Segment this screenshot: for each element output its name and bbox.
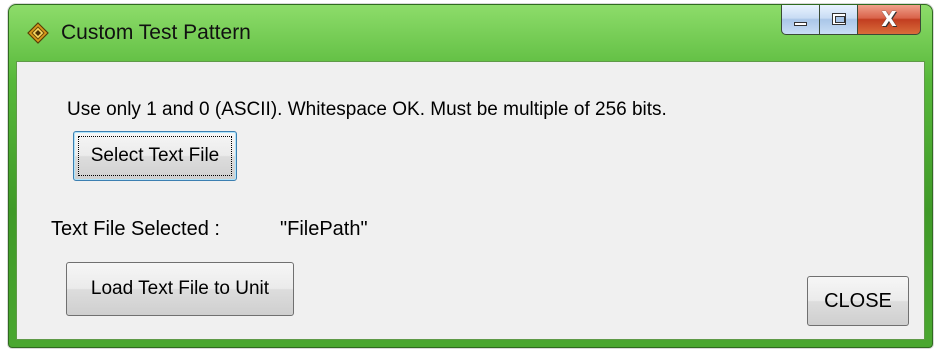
instructions-text: Use only 1 and 0 (ASCII). Whitespace OK.… [67, 99, 667, 120]
diamond-app-icon [27, 22, 49, 44]
dialog-window: Custom Test Pattern X Use only 1 and 0 (… [8, 4, 933, 348]
close-icon: X [881, 7, 897, 31]
dialog-client-area: Use only 1 and 0 (ASCII). Whitespace OK.… [16, 61, 925, 340]
selected-file-label: Text File Selected : [51, 218, 220, 240]
close-window-button[interactable]: X [857, 5, 921, 35]
close-button[interactable]: CLOSE [807, 276, 909, 326]
minimize-icon [794, 22, 807, 26]
load-text-file-button[interactable]: Load Text File to Unit [66, 262, 294, 316]
minimize-button[interactable] [781, 5, 819, 35]
maximize-button[interactable] [819, 5, 857, 35]
title-bar[interactable]: Custom Test Pattern X [9, 5, 932, 61]
selected-file-path: "FilePath" [280, 218, 368, 240]
load-text-file-label: Load Text File to Unit [90, 278, 270, 299]
select-text-file-button[interactable]: Select Text File [73, 131, 237, 181]
window-title: Custom Test Pattern [61, 21, 251, 44]
close-button-label: CLOSE [824, 289, 892, 312]
caption-buttons: X [781, 5, 921, 37]
focus-ring [78, 136, 232, 176]
maximize-icon [832, 13, 846, 25]
